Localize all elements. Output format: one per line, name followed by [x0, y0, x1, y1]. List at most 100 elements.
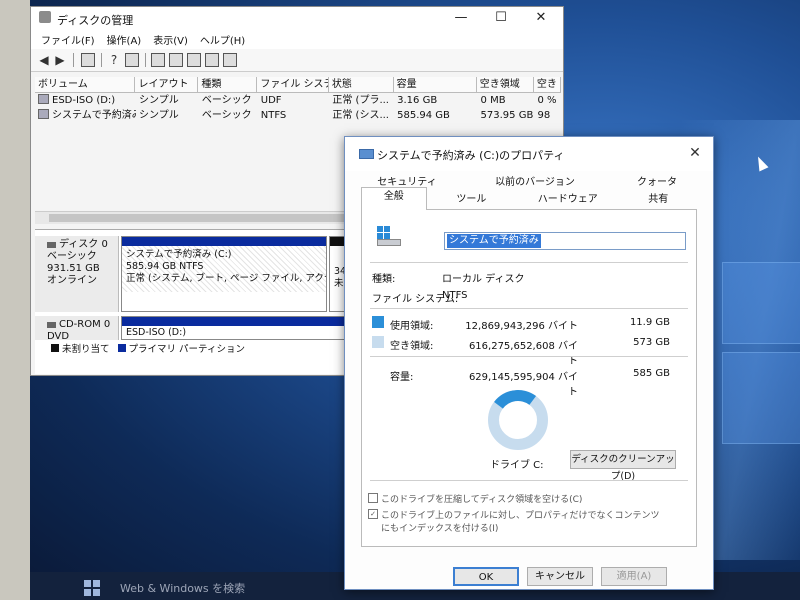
back-arrow-icon[interactable]: ◀ [37, 53, 51, 67]
free-space-swatch [372, 336, 384, 348]
general-tab-panel: システムで予約済み 種類: ローカル ディスク ファイル システム: NTFS … [361, 210, 697, 547]
cancel-button[interactable]: キャンセル [527, 567, 593, 586]
column-percent-free[interactable]: 空き [534, 77, 561, 92]
menu-action[interactable]: 操作(A) [101, 32, 148, 47]
drive-label: ドライブ C: [490, 460, 544, 471]
compress-checkbox[interactable]: このドライブを圧縮してディスク領域を空ける(C) [368, 492, 582, 505]
disk-name: ディスク 0 [59, 239, 108, 250]
filesystem-value: NTFS [442, 290, 468, 301]
volume-name-input[interactable]: システムで予約済み [444, 232, 686, 250]
rescan-icon[interactable] [151, 53, 165, 67]
primary-partition-bar [122, 237, 326, 246]
partition-d[interactable]: ESD-ISO (D:) [121, 316, 359, 340]
search-icon[interactable] [205, 53, 219, 67]
dialog-title: システムで予約済み (C:)のプロパティ [377, 149, 565, 162]
menu-file[interactable]: ファイル(F) [35, 32, 101, 47]
compress-label: このドライブを圧縮してディスク領域を空ける(C) [381, 495, 583, 505]
column-volume[interactable]: ボリューム [35, 77, 136, 92]
cell-filesystem: NTFS [260, 110, 287, 121]
index-label: このドライブ上のファイルに対し、プロパティだけでなくコンテンツにもインデックスを… [381, 511, 660, 534]
divider [370, 480, 688, 481]
drive-icon [38, 109, 49, 119]
cell-volume: システムで予約済み ... [35, 108, 136, 123]
cell-status: 正常 (シス... [332, 110, 389, 121]
disk-status: オンライン [47, 275, 97, 286]
column-type[interactable]: 種類 [198, 77, 258, 92]
column-status[interactable]: 状態 [329, 77, 394, 92]
divider [370, 356, 688, 357]
volume-table: ボリューム レイアウト 種類 ファイル システム 状態 容量 空き領域 空き E… [35, 77, 561, 123]
window-title: ディスクの管理 [57, 14, 134, 27]
close-button[interactable]: ✕ [685, 143, 705, 163]
cell-free-space: 0 MB [480, 95, 506, 106]
windows-drive-icon [374, 226, 401, 246]
cdrom-name: CD-ROM 0 [59, 319, 111, 330]
partition-size: 585.94 GB NTFS [126, 261, 204, 272]
disk-0-label[interactable]: ディスク 0 ベーシック 931.51 GB オンライン [35, 236, 119, 312]
used-space-swatch [372, 316, 384, 328]
toolbar-separator [101, 53, 102, 67]
tab-sharing[interactable]: 共有 [619, 191, 697, 209]
settings-icon[interactable] [223, 53, 237, 67]
column-filesystem[interactable]: ファイル システム [257, 77, 329, 92]
apply-button[interactable]: 適用(A) [601, 567, 667, 586]
drive-properties-dialog: システムで予約済み (C:)のプロパティ ✕ セキュリティ 以前のバージョン ク… [344, 136, 714, 590]
windows-logo-pane [722, 352, 800, 444]
free-label: 空き領域: [390, 341, 434, 352]
windows-start-icon[interactable] [84, 580, 100, 596]
capacity-gb: 585 GB [633, 368, 670, 379]
maximize-button[interactable]: ☐ [481, 9, 521, 27]
disk-management-icon [39, 11, 51, 23]
column-capacity[interactable]: 容量 [394, 77, 477, 92]
tab-tools[interactable]: ツール [427, 191, 516, 209]
menu-help[interactable]: ヘルプ(H) [194, 32, 251, 47]
open-folder-icon[interactable] [187, 53, 201, 67]
cell-volume: ESD-ISO (D:) [35, 93, 136, 108]
used-gb: 11.9 GB [629, 317, 670, 328]
cell-capacity: 585.94 GB [397, 110, 450, 121]
disk-cleanup-button[interactable]: ディスクのクリーンアップ(D) [570, 450, 676, 482]
partition-status: 正常 (システム, ブート, ページ ファイル, アクティブ, クラ [126, 273, 326, 284]
close-button[interactable]: ✕ [521, 9, 561, 27]
legend: 未割り当て プライマリ パーティション [49, 341, 245, 355]
partition-name: ESD-ISO (D:) [126, 327, 187, 338]
free-bytes: 616,275,652,608 バイト [468, 341, 578, 367]
free-gb: 573 GB [633, 337, 670, 348]
menu-view[interactable]: 表示(V) [147, 32, 194, 47]
minimize-button[interactable]: — [441, 9, 481, 27]
table-row[interactable]: システムで予約済み ... シンプル ベーシック NTFS 正常 (シス... … [35, 108, 561, 123]
divider [370, 262, 688, 263]
checkbox-checked-icon[interactable]: ✓ [368, 509, 378, 519]
table-row[interactable]: ESD-ISO (D:) シンプル ベーシック UDF 正常 (プラ... 3.… [35, 93, 561, 108]
forward-arrow-icon[interactable]: ▶ [53, 53, 67, 67]
console-tree-icon[interactable] [81, 53, 95, 67]
menu-bar: ファイル(F) 操作(A) 表示(V) ヘルプ(H) [31, 29, 563, 49]
cell-free-space: 573.95 GB [480, 110, 534, 121]
monitor-bezel [0, 0, 30, 600]
legend-primary: プライマリ パーティション [128, 344, 245, 355]
taskbar-search-text[interactable]: Web & Windows を検索 [120, 580, 245, 596]
column-layout[interactable]: レイアウト [135, 77, 199, 92]
scrollbar-thumb[interactable] [49, 214, 349, 222]
checkbox-box[interactable] [368, 493, 378, 503]
cell-layout: シンプル [139, 95, 179, 106]
cell-type: ベーシック [201, 110, 252, 121]
cell-percent-free: 98 [537, 110, 551, 121]
disk-icon[interactable] [169, 53, 183, 67]
column-free-space[interactable]: 空き領域 [477, 77, 534, 92]
partition-c[interactable]: システムで予約済み (C:) 585.94 GB NTFS 正常 (システム, … [121, 236, 327, 312]
properties-icon[interactable] [125, 53, 139, 67]
tab-previous-versions[interactable]: 以前のバージョン [453, 175, 617, 191]
tab-hardware[interactable]: ハードウェア [516, 191, 619, 209]
tab-general[interactable]: 全般 [361, 187, 427, 210]
help-icon[interactable]: ? [107, 53, 121, 67]
toolbar: ◀ ▶ ? [31, 49, 563, 72]
type-value: ローカル ディスク [442, 274, 525, 285]
legend-unallocated: 未割り当て [62, 344, 110, 355]
disk-size: 931.51 GB [47, 263, 100, 274]
index-checkbox[interactable]: ✓ このドライブ上のファイルに対し、プロパティだけでなくコンテンツにもインデック… [368, 508, 668, 534]
ok-button[interactable]: OK [453, 567, 519, 586]
cdrom-0-label[interactable]: CD-ROM 0 DVD [35, 316, 119, 342]
tab-quota[interactable]: クォータ [617, 175, 697, 191]
cell-percent-free: 0 % [537, 95, 557, 106]
